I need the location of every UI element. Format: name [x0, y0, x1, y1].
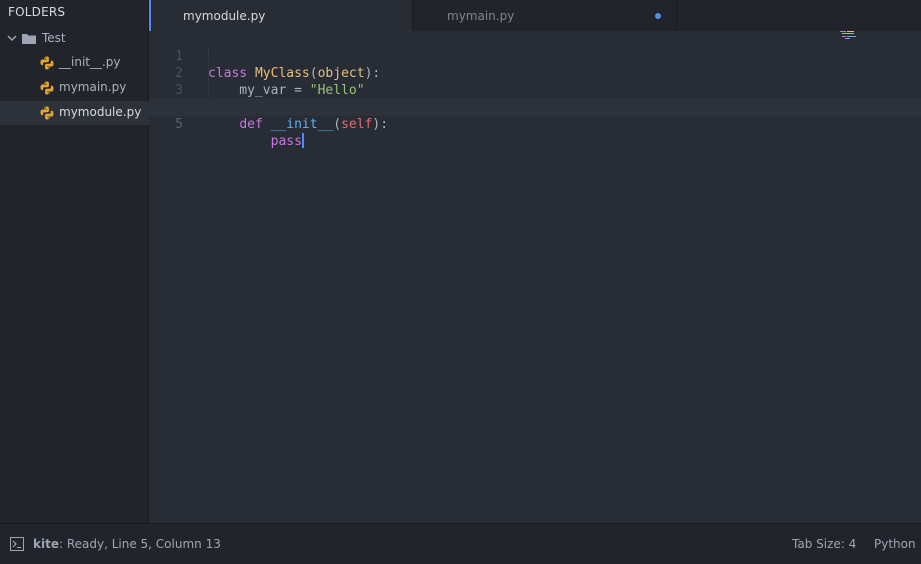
text-cursor — [301, 133, 304, 148]
file-mymain[interactable]: mymain.py — [0, 76, 149, 100]
code-line-1[interactable]: 1 class MyClass(object): — [149, 31, 921, 81]
language-selector[interactable]: Python — [874, 537, 916, 551]
editor-window: FOLDERS Test __init__.py mymain.py mymod… — [0, 0, 921, 564]
tab-size-indicator[interactable]: Tab Size: 4 — [792, 537, 856, 551]
terminal-icon[interactable] — [10, 537, 24, 551]
file-mymodule[interactable]: mymodule.py — [0, 101, 149, 125]
code-line-4[interactable]: 4 def __init__(self): — [149, 82, 921, 132]
modified-indicator-icon[interactable] — [655, 13, 661, 19]
file-label: mymain.py — [59, 80, 127, 94]
folder-test[interactable]: Test — [0, 28, 149, 50]
kite-status-message: : Ready, Line 5, Column 13 — [58, 537, 221, 551]
tab-label: mymain.py — [447, 9, 515, 23]
tab-mymain[interactable]: mymain.py — [413, 0, 677, 31]
tab-mymodule[interactable]: mymodule.py — [149, 0, 413, 31]
tab-bar: mymodule.py mymain.py — [149, 0, 921, 31]
python-icon — [40, 106, 54, 120]
kite-status[interactable]: kite: Ready, Line 5, Column 13 — [33, 537, 221, 551]
code-editor[interactable]: 1 class MyClass(object): 2 my_var = "Hel… — [149, 31, 921, 523]
folder-icon — [22, 34, 36, 44]
code-text: pass — [270, 133, 304, 149]
python-icon — [40, 81, 54, 95]
file-tree-sidebar: FOLDERS Test __init__.py mymain.py mymod… — [0, 0, 149, 523]
code-line-5[interactable]: 5 pass — [149, 99, 921, 149]
folders-header: FOLDERS — [8, 5, 66, 19]
tab-label: mymodule.py — [183, 9, 266, 23]
file-label: mymodule.py — [59, 105, 142, 119]
file-init[interactable]: __init__.py — [0, 51, 149, 75]
chevron-down-icon[interactable] — [6, 32, 18, 44]
python-icon — [40, 56, 54, 70]
kite-brand: kite — [33, 537, 59, 551]
code-text: def __init__(self): — [239, 117, 389, 132]
folder-label: Test — [42, 31, 66, 45]
code-line-3[interactable]: 3 — [149, 65, 921, 98]
file-label: __init__.py — [59, 55, 121, 69]
line-number: 5 — [175, 117, 183, 132]
code-line-2[interactable]: 2 my_var = "Hello" — [149, 48, 921, 98]
status-bar: kite: Ready, Line 5, Column 13 Tab Size:… — [0, 523, 921, 564]
